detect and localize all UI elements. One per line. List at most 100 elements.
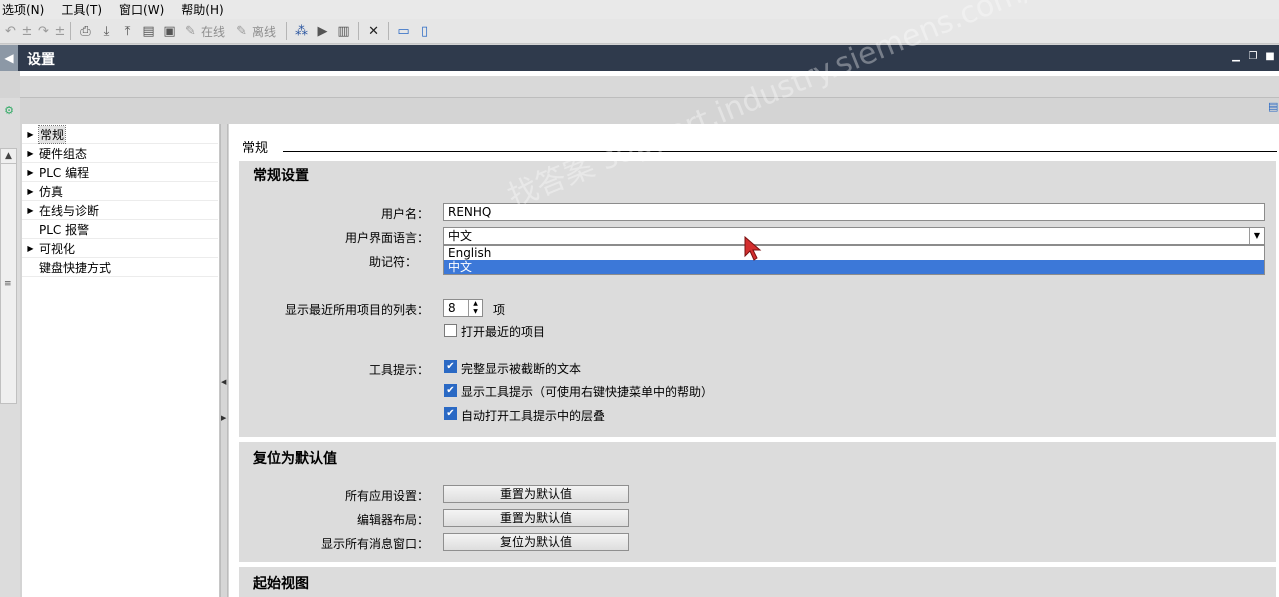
reset-editor-layout-button[interactable]: 重置为默认值 [443, 509, 629, 527]
undo-dropdown-icon[interactable]: ± [21, 21, 33, 41]
language-option-english[interactable]: English [444, 246, 1264, 260]
menu-window[interactable]: 窗口(W) [119, 1, 164, 18]
stepper-up-icon[interactable]: ▲ [468, 300, 482, 308]
nav-item-online-diagnostics[interactable]: ▶ 在线与诊断 [22, 201, 218, 220]
recent-projects-unit: 项 [493, 303, 506, 317]
show-tooltips-checkbox[interactable]: ✔ [444, 384, 457, 397]
tooltip-label: 工具提示： [368, 363, 429, 377]
accessible-devices-icon[interactable]: ⁂ [291, 21, 312, 41]
nav-item-label: PLC 编程 [39, 165, 90, 180]
collapse-left-icon[interactable]: ◀ [0, 45, 18, 71]
project-tree-icon[interactable]: ⚙ [0, 104, 18, 117]
ui-language-value: 中文 [448, 229, 473, 243]
scroll-up-icon[interactable]: ▲ [1, 149, 16, 164]
menu-bar: 选项(N) 工具(T) 窗口(W) 帮助(H) [0, 0, 1279, 19]
expand-arrow-icon[interactable]: ▶ [22, 130, 39, 139]
recent-projects-stepper[interactable]: 8 ▲ ▼ [443, 299, 483, 317]
section-title: 常规设置 [253, 168, 309, 184]
go-offline-icon[interactable]: ✎ [231, 21, 252, 41]
expand-arrow-icon[interactable]: ▶ [22, 206, 39, 215]
reset-message-windows-button[interactable]: 复位为默认值 [443, 533, 629, 551]
toolbar: ↶ ± ↷ ± ⎙ ⤓ ⤒ ▤ ▣ ✎ 在线 ✎ 离线 ⁂ ▶ ▥ ✕ ▭ ▯ [0, 19, 1279, 44]
expand-arrow-icon[interactable]: ▶ [22, 149, 39, 158]
maximize-icon[interactable]: ■ [1263, 50, 1277, 64]
collapse-left-arrow-icon[interactable]: ◀ [221, 378, 227, 386]
nav-item-hardware-config[interactable]: ▶ 硬件组态 [22, 144, 218, 163]
scroll-grip-icon[interactable]: ≡ [4, 279, 12, 289]
recent-projects-label: 显示最近所用项目的列表： [284, 303, 429, 317]
stop-simulation-icon[interactable]: ▥ [333, 21, 354, 41]
nav-item-visualization[interactable]: ▶ 可视化 [22, 239, 218, 258]
start-simulation-icon[interactable]: ▶ [312, 21, 333, 41]
reset-defaults-section: 复位为默认值 所有应用设置： 重置为默认值 编辑器布局： 重置为默认值 显示所有… [239, 442, 1276, 562]
nav-item-label: 硬件组态 [39, 146, 88, 161]
page-title: 常规 [242, 141, 269, 156]
editor-toolbar [20, 76, 1279, 98]
redo-dropdown-icon[interactable]: ± [54, 21, 66, 41]
mnemonic-label: 助记符： [368, 255, 417, 269]
ui-language-select[interactable]: 中文 ▼ [443, 227, 1265, 245]
open-recent-checkbox[interactable] [444, 324, 457, 337]
nav-item-general[interactable]: ▶ 常规 [22, 124, 218, 144]
nav-item-keyboard-shortcuts[interactable]: 键盘快捷方式 [22, 258, 218, 277]
cross-reference-icon[interactable]: ✕ [363, 21, 384, 41]
go-online-icon[interactable]: ✎ [180, 21, 201, 41]
settings-nav: ▶ 常规 ▶ 硬件组态 ▶ PLC 编程 ▶ 仿真 ▶ 在线与诊断 PLC 报警… [22, 124, 220, 597]
nav-item-plc-alarms[interactable]: PLC 报警 [22, 220, 218, 239]
reset-all-settings-button[interactable]: 重置为默认值 [443, 485, 629, 503]
section-title: 起始视图 [253, 576, 309, 592]
download-icon[interactable]: ⤓ [96, 21, 117, 41]
recent-projects-value: 8 [448, 301, 456, 315]
username-field[interactable]: RENHQ [443, 203, 1265, 221]
chevron-down-icon[interactable]: ▼ [1249, 228, 1264, 244]
toolbar-separator [358, 22, 360, 40]
window-title-bar: ◀ 设置 ▁ ❐ ■ [0, 45, 1279, 71]
nav-item-label: 可视化 [39, 241, 76, 256]
stepper-down-icon[interactable]: ▼ [468, 308, 482, 316]
print-icon[interactable]: ⎙ [75, 21, 96, 41]
float-window-icon[interactable]: ❐ [1246, 50, 1260, 64]
settings-content: 常规 常规设置 用户名： RENHQ 用户界面语言： 中文 ▼ English … [229, 124, 1279, 597]
nav-item-label: 常规 [37, 124, 67, 144]
auto-open-cascade-checkbox[interactable]: ✔ [444, 407, 457, 420]
auto-open-cascade-label: 自动打开工具提示中的层叠 [461, 409, 606, 423]
toolbar-separator [70, 22, 71, 40]
menu-options[interactable]: 选项(N) [2, 1, 44, 18]
expand-arrow-icon[interactable]: ▶ [22, 168, 39, 177]
ui-language-label: 用户界面语言： [344, 231, 429, 245]
panel-splitter[interactable]: ◀ ▶ [220, 124, 228, 597]
nav-item-plc-programming[interactable]: ▶ PLC 编程 [22, 163, 218, 182]
nav-item-simulation[interactable]: ▶ 仿真 [22, 182, 218, 201]
undo-icon[interactable]: ↶ [0, 21, 21, 41]
username-label: 用户名： [380, 207, 429, 221]
redo-icon[interactable]: ↷ [33, 21, 54, 41]
compile-icon[interactable]: ▣ [159, 21, 180, 41]
toolbar-separator [286, 22, 288, 40]
editor-layout-label: 编辑器布局： [356, 513, 429, 527]
start-view-section: 起始视图 [239, 567, 1276, 597]
section-title: 复位为默认值 [253, 451, 337, 467]
minimize-icon[interactable]: ▁ [1229, 50, 1243, 64]
left-scrollbar[interactable]: ▲ ≡ [0, 148, 17, 404]
window-title: 设置 [27, 52, 55, 68]
menu-help[interactable]: 帮助(H) [181, 1, 223, 18]
go-offline-label[interactable]: 离线 [252, 23, 276, 40]
expand-arrow-icon[interactable]: ▶ [22, 187, 39, 196]
general-settings-section: 常规设置 用户名： RENHQ 用户界面语言： 中文 ▼ English 中文 … [239, 161, 1276, 437]
toolbar-separator [388, 22, 390, 40]
split-vertical-icon[interactable]: ▯ [414, 21, 435, 41]
all-settings-label: 所有应用设置： [344, 489, 429, 503]
task-card-icon[interactable]: ▤ [1268, 100, 1279, 120]
message-windows-label: 显示所有消息窗口： [320, 537, 429, 551]
show-truncated-text-checkbox[interactable]: ✔ [444, 360, 457, 373]
nav-item-label: 键盘快捷方式 [39, 260, 112, 275]
split-horizontal-icon[interactable]: ▭ [393, 21, 414, 41]
nav-item-label: 在线与诊断 [39, 203, 100, 218]
go-online-label[interactable]: 在线 [201, 23, 225, 40]
upload-icon[interactable]: ⤒ [117, 21, 138, 41]
language-option-chinese[interactable]: 中文 [444, 260, 1264, 274]
save-icon[interactable]: ▤ [138, 21, 159, 41]
menu-tools[interactable]: 工具(T) [61, 1, 102, 18]
expand-right-arrow-icon[interactable]: ▶ [221, 414, 227, 422]
expand-arrow-icon[interactable]: ▶ [22, 244, 39, 253]
